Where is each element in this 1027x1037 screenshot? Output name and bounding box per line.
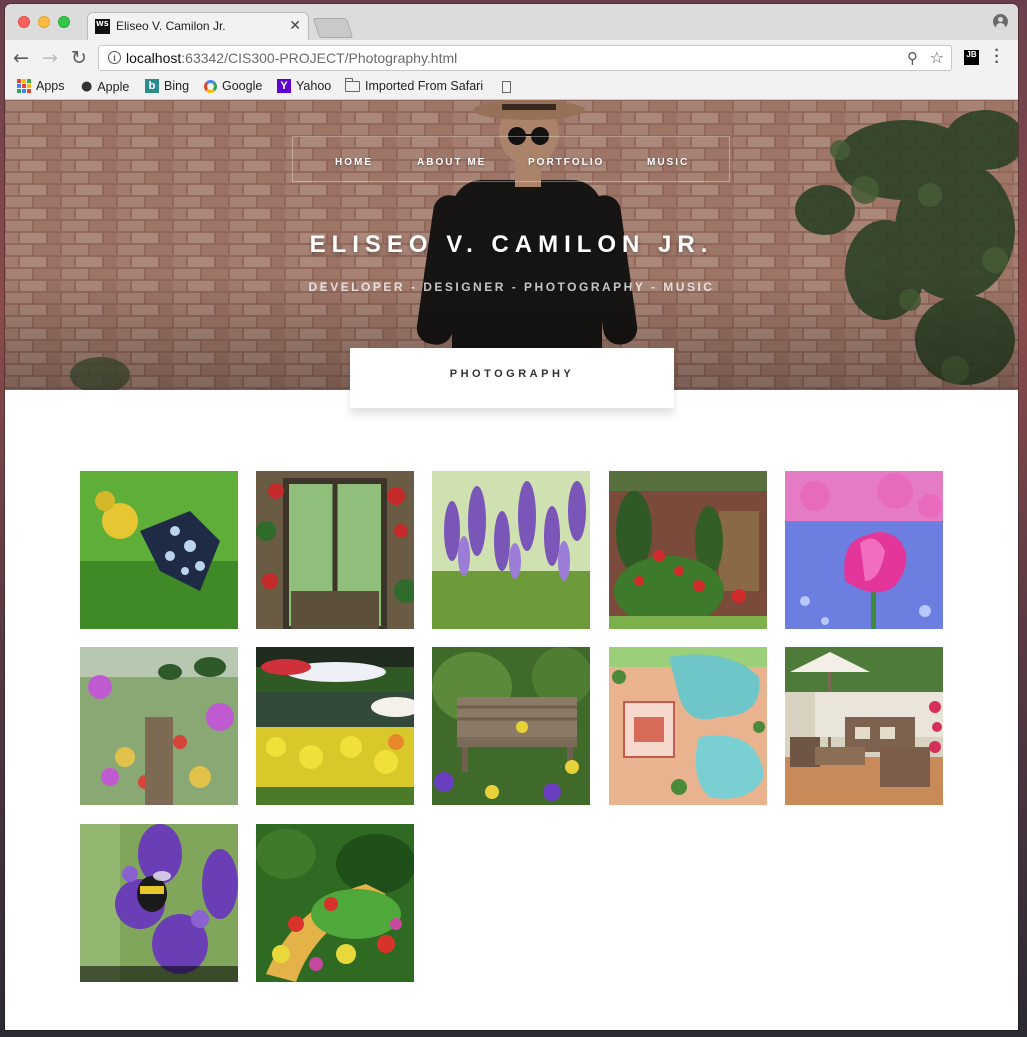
hero-banner: HOME ABOUT ME PORTFOLIO MUSIC ELISEO V. … xyxy=(5,100,1018,390)
bookmark-label: Imported From Safari xyxy=(365,79,484,93)
bookmark-imported-folder[interactable]: Imported From Safari xyxy=(345,77,484,93)
nav-about-me[interactable]: ABOUT ME xyxy=(417,157,486,168)
zoom-icon[interactable]: ⚲ xyxy=(907,49,918,67)
minimize-window-button[interactable] xyxy=(38,16,50,28)
browser-toolbar: ← → ↻ i localhost:63342/CIS300-PROJECT/P… xyxy=(5,40,1018,76)
gallery-photo-garden-wall[interactable] xyxy=(609,471,767,629)
close-tab-icon[interactable]: ✕ xyxy=(289,17,301,34)
nav-portfolio[interactable]: PORTFOLIO xyxy=(528,157,604,168)
menu-dots-icon[interactable]: · · · xyxy=(994,43,1000,71)
gallery-photo-bee-lavender[interactable] xyxy=(80,824,238,982)
url-host: localhost xyxy=(126,50,182,66)
tab-strip: WS Eliseo V. Camilon Jr. ✕ xyxy=(5,4,1018,40)
browser-window: WS Eliseo V. Camilon Jr. ✕ ← → ↻ i local… xyxy=(5,4,1018,1030)
bookmark-document[interactable] xyxy=(502,81,511,93)
page-viewport: HOME ABOUT ME PORTFOLIO MUSIC ELISEO V. … xyxy=(5,100,1018,1030)
site-subtitle: DEVELOPER - DESIGNER - PHOTOGRAPHY - MUS… xyxy=(308,280,715,294)
nav-music[interactable]: MUSIC xyxy=(647,157,689,168)
bookmark-apple[interactable]: ● Apple xyxy=(81,79,129,94)
url-text[interactable]: localhost:63342/CIS300-PROJECT/Photograp… xyxy=(126,50,457,66)
bookmark-label: Apple xyxy=(97,79,130,94)
gallery-photo-flower-shop[interactable] xyxy=(80,647,238,805)
apple-icon: ● xyxy=(81,79,93,94)
reload-icon[interactable]: ↻ xyxy=(71,47,87,69)
document-icon xyxy=(502,81,511,93)
bookmark-bing[interactable]: b Bing xyxy=(145,79,189,93)
bookmark-label: Bing xyxy=(164,79,190,93)
yahoo-icon: Y xyxy=(277,79,291,93)
bookmark-label: Yahoo xyxy=(296,79,332,93)
google-icon xyxy=(204,79,217,93)
profile-icon[interactable] xyxy=(993,14,1008,29)
gallery-photo-pink-tulip[interactable] xyxy=(785,471,943,629)
browser-tab[interactable]: WS Eliseo V. Camilon Jr. ✕ xyxy=(87,12,309,40)
jetbrains-extension-icon[interactable]: JB xyxy=(964,50,979,65)
apps-grid-icon xyxy=(17,79,31,93)
close-window-button[interactable] xyxy=(18,16,30,28)
bookmark-star-icon[interactable]: ☆ xyxy=(930,48,944,67)
back-arrow-icon[interactable]: ← xyxy=(13,47,29,69)
address-bar[interactable]: i localhost:63342/CIS300-PROJECT/Photogr… xyxy=(98,45,952,71)
url-path: :63342/CIS300-PROJECT/Photography.html xyxy=(181,50,458,66)
gallery-photo-lavender-field[interactable] xyxy=(432,471,590,629)
photo-caption-bar xyxy=(80,966,238,982)
site-title: ELISEO V. CAMILON JR. xyxy=(309,231,714,258)
bookmark-label: Google xyxy=(222,79,263,93)
bookmark-google[interactable]: Google xyxy=(204,79,262,93)
bookmark-label: Apps xyxy=(36,79,65,93)
forward-arrow-icon[interactable]: → xyxy=(42,47,58,69)
folder-icon xyxy=(345,77,360,92)
gallery-photo-canal-tulips[interactable] xyxy=(256,647,414,805)
maximize-window-button[interactable] xyxy=(58,16,70,28)
webstorm-favicon-icon: WS xyxy=(95,19,110,34)
bookmarks-bar: Apps ● Apple b Bing Google Y Yahoo Impor… xyxy=(5,76,1018,100)
gallery-photo-sunken-garden[interactable] xyxy=(256,824,414,982)
gallery-photo-butterfly[interactable] xyxy=(80,471,238,629)
gallery-photo-patio-furniture[interactable] xyxy=(785,647,943,805)
bookmark-yahoo[interactable]: Y Yahoo xyxy=(277,79,331,93)
gallery-photo-greenhouse-door[interactable] xyxy=(256,471,414,629)
gallery-photo-pool-sketch[interactable] xyxy=(609,647,767,805)
nav-home[interactable]: HOME xyxy=(335,157,373,168)
section-title: PHOTOGRAPHY xyxy=(449,368,575,380)
gallery-photo-garden-bench[interactable] xyxy=(432,647,590,805)
bing-icon: b xyxy=(145,79,159,93)
new-tab-button[interactable] xyxy=(312,18,354,38)
bookmark-apps[interactable]: Apps xyxy=(17,79,65,93)
section-tab: PHOTOGRAPHY xyxy=(350,348,674,408)
tab-title: Eliseo V. Camilon Jr. xyxy=(116,19,226,33)
info-icon[interactable]: i xyxy=(108,51,121,64)
